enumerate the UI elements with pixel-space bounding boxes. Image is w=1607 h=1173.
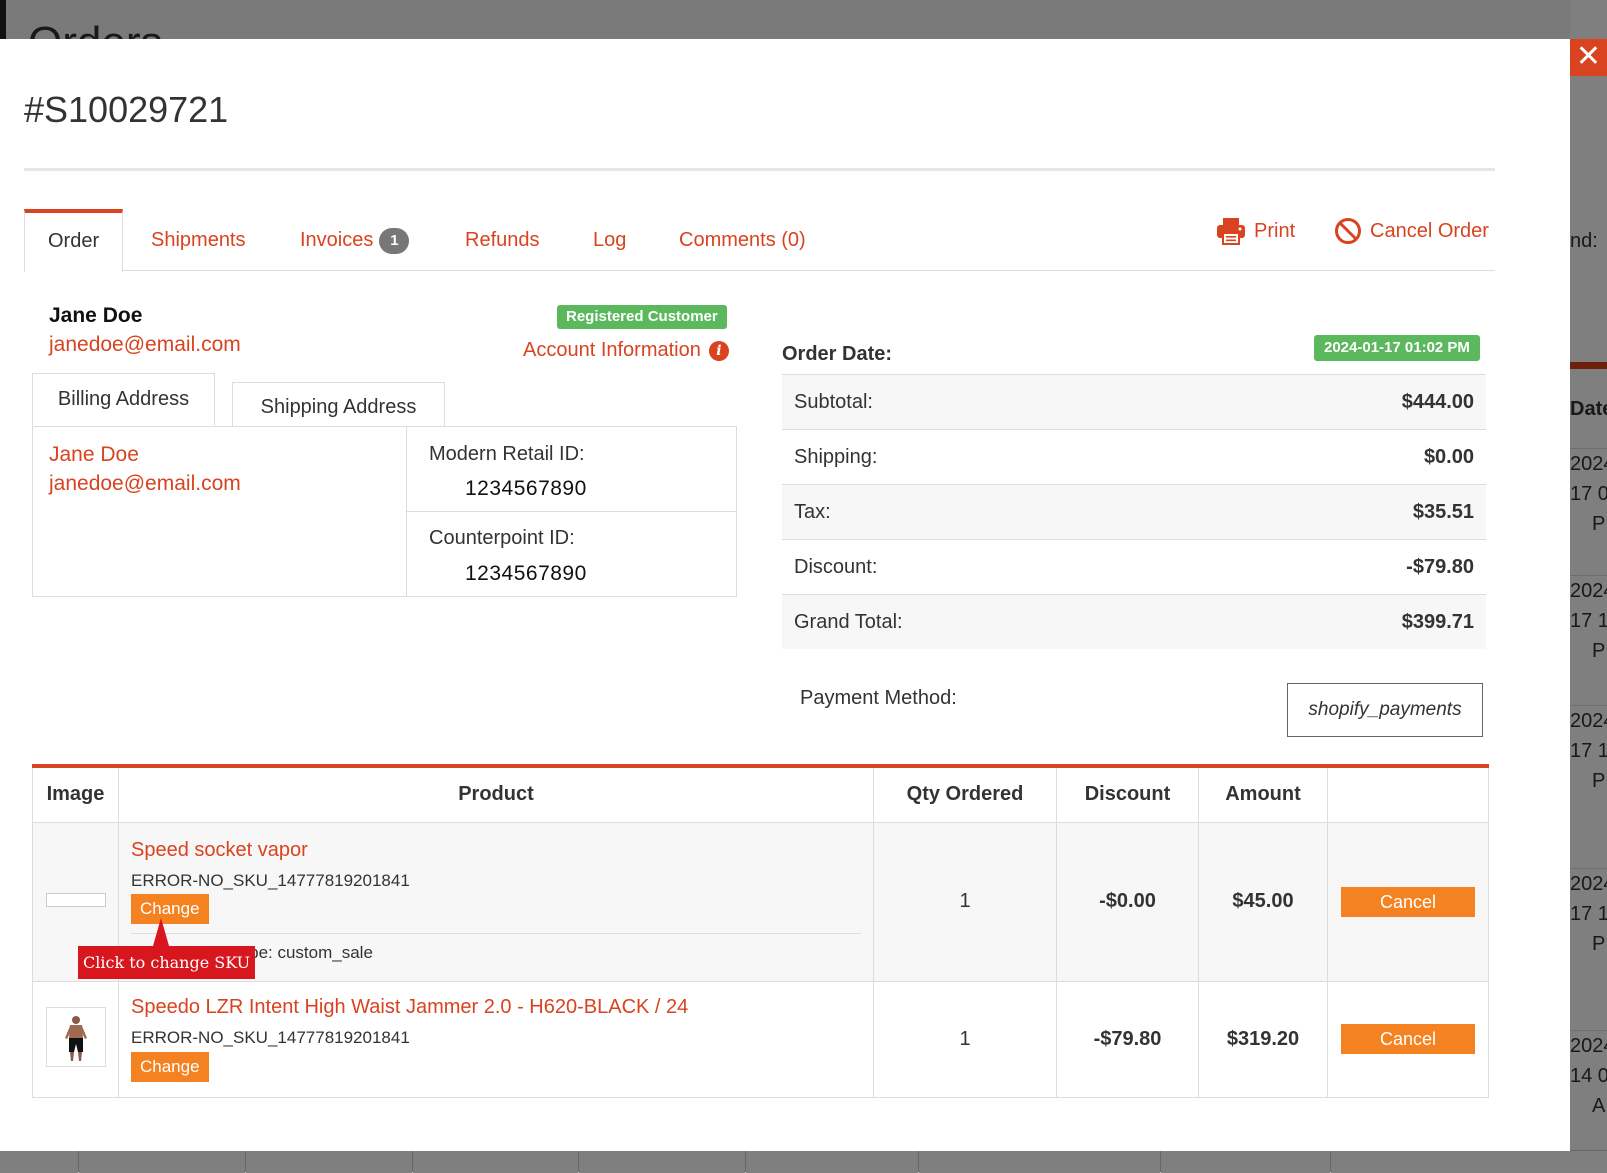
change-sku-button[interactable]: Change <box>131 893 209 924</box>
discount-cell: -$79.80 <box>1056 980 1199 1098</box>
summary-value: $444.00 <box>1401 391 1474 413</box>
change-sku-button[interactable]: Change <box>131 1051 209 1082</box>
order-tabs: Order Shipments Invoices 1 Refunds Log Co… <box>24 209 1495 272</box>
product-image-cell <box>32 980 119 1098</box>
summary-label: Grand Total: <box>794 611 903 633</box>
column-header-image: Image <box>32 765 119 823</box>
title-divider <box>24 168 1495 171</box>
change-sku-tooltip: Click to change SKU <box>78 946 256 979</box>
ban-icon <box>1335 218 1361 244</box>
summary-grand-total-row: Grand Total: $399.71 <box>782 594 1486 649</box>
order-date-badge: 2024-01-17 01:02 PM <box>1314 335 1480 361</box>
tab-log[interactable]: Log <box>593 209 626 271</box>
payment-method-value: shopify_payments <box>1287 683 1483 737</box>
column-header-product: Product <box>118 765 874 823</box>
account-information-link[interactable]: Account Information i <box>523 339 729 362</box>
summary-label: Tax: <box>794 501 831 523</box>
tab-comments[interactable]: Comments (0) <box>679 209 806 271</box>
tab-shipping-address[interactable]: Shipping Address <box>232 382 445 427</box>
address-name: Jane Doe <box>49 443 139 466</box>
column-header-amount: Amount <box>1198 765 1328 823</box>
discount-cell: -$0.00 <box>1056 821 1199 982</box>
summary-label: Shipping: <box>794 446 878 468</box>
summary-discount-row: Discount: -$79.80 <box>782 539 1486 594</box>
column-header-qty: Qty Ordered <box>873 765 1057 823</box>
summary-value: $35.51 <box>1412 501 1474 523</box>
print-label: Print <box>1254 219 1296 242</box>
registered-customer-badge: Registered Customer <box>557 305 727 329</box>
actions-cell: Cancel <box>1327 821 1489 982</box>
summary-label: Discount: <box>794 556 878 578</box>
qty-cell: 1 <box>873 980 1057 1098</box>
info-icon: i <box>708 340 729 361</box>
address-panel: Jane Doe janedoe@email.com Modern Retail… <box>32 426 737 597</box>
printer-icon <box>1217 218 1245 245</box>
summary-label: Subtotal: <box>794 391 873 413</box>
payment-method-label: Payment Method: <box>800 687 957 709</box>
product-name-link[interactable]: Speedo LZR Intent High Waist Jammer 2.0 … <box>131 996 688 1019</box>
tab-invoices-label: Invoices <box>300 229 374 251</box>
product-cell: Speedo LZR Intent High Waist Jammer 2.0 … <box>118 980 874 1098</box>
counterpoint-id-value: 1234567890 <box>465 562 587 585</box>
amount-cell: $319.20 <box>1198 980 1328 1098</box>
tab-invoices[interactable]: Invoices 1 <box>300 209 410 271</box>
close-modal-button[interactable]: ✕ <box>1570 39 1607 76</box>
address-email-link[interactable]: janedoe@email.com <box>49 472 241 496</box>
modern-retail-id-value: 1234567890 <box>465 477 587 500</box>
billing-address: Jane Doe janedoe@email.com <box>33 427 407 596</box>
modern-retail-id-cell: Modern Retail ID: 1234567890 <box>407 427 736 512</box>
tab-refunds[interactable]: Refunds <box>465 209 540 271</box>
actions-cell: Cancel <box>1327 980 1489 1098</box>
product-thumbnail[interactable] <box>45 1006 106 1067</box>
swimmer-figure-image <box>64 1015 87 1061</box>
summary-value: -$79.80 <box>1406 556 1474 578</box>
customer-email-link[interactable]: janedoe@email.com <box>49 333 241 357</box>
cancel-order-button[interactable]: Cancel Order <box>1334 217 1489 245</box>
cancel-order-label: Cancel Order <box>1370 219 1489 242</box>
summary-shipping-row: Shipping: $0.00 <box>782 429 1486 484</box>
amount-cell: $45.00 <box>1198 821 1328 982</box>
account-information-label: Account Information <box>523 339 701 361</box>
tab-order[interactable]: Order <box>24 209 124 272</box>
qty-cell: 1 <box>873 821 1057 982</box>
order-date-label: Order Date: <box>782 343 893 365</box>
customer-name: Jane Doe <box>49 304 143 327</box>
table-row: Speedo LZR Intent High Waist Jammer 2.0 … <box>32 980 1489 1098</box>
tab-shipments[interactable]: Shipments <box>151 209 246 271</box>
print-button[interactable]: Print <box>1216 217 1295 245</box>
tooltip-arrow <box>153 918 169 946</box>
product-divider <box>131 932 861 934</box>
cancel-item-button[interactable]: Cancel <box>1341 886 1475 917</box>
summary-value: $399.71 <box>1401 611 1474 633</box>
invoices-count-badge: 1 <box>379 228 410 254</box>
product-name-link[interactable]: Speed socket vapor <box>131 839 308 862</box>
summary-tax-row: Tax: $35.51 <box>782 484 1486 539</box>
column-header-discount: Discount <box>1056 765 1199 823</box>
product-image-placeholder <box>45 893 106 907</box>
column-header-actions <box>1327 765 1489 823</box>
order-number-title: #S10029721 <box>24 89 229 130</box>
order-modal: #S10029721 Order Shipments Invoices 1 Ref… <box>0 39 1570 1151</box>
table-header-row: Image Product Qty Ordered Discount Amoun… <box>32 765 1489 823</box>
tab-billing-address[interactable]: Billing Address <box>32 373 215 426</box>
summary-subtotal-row: Subtotal: $444.00 <box>782 374 1486 429</box>
cancel-item-button[interactable]: Cancel <box>1341 1024 1475 1054</box>
product-sku: ERROR-NO_SKU_14777819201841 <box>131 1027 410 1047</box>
modern-retail-id-label: Modern Retail ID: <box>429 443 585 465</box>
order-items-table: Image Product Qty Ordered Discount Amoun… <box>32 764 1489 1098</box>
counterpoint-id-label: Counterpoint ID: <box>429 527 575 549</box>
counterpoint-id-cell: Counterpoint ID: 1234567890 <box>407 512 736 596</box>
summary-value: $0.00 <box>1423 446 1474 468</box>
product-sku: ERROR-NO_SKU_14777819201841 <box>131 870 410 890</box>
close-icon: ✕ <box>1575 40 1602 73</box>
